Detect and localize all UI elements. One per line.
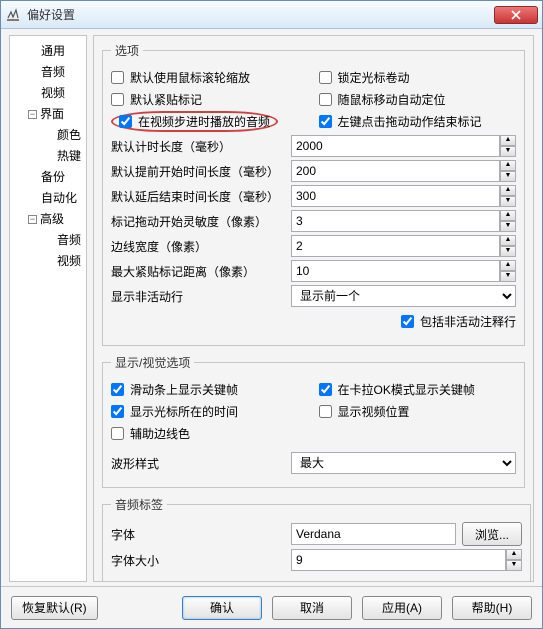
- lbl-default-lead-out-ms: 默认延后结束时间长度（毫秒）: [111, 188, 291, 205]
- lbl-waveform-style: 波形样式: [111, 455, 291, 472]
- input-default-lead-in-ms[interactable]: [291, 160, 500, 182]
- restore-defaults-button[interactable]: 恢复默认(R): [11, 596, 98, 620]
- chk-show-cursor-time[interactable]: [111, 405, 124, 418]
- spinner[interactable]: ▲▼: [500, 260, 516, 282]
- lbl-mouse-wheel-zoom: 默认使用鼠标滚轮缩放: [130, 69, 250, 86]
- expander-icon[interactable]: −: [28, 110, 37, 119]
- spinner[interactable]: ▲▼: [500, 135, 516, 157]
- display-group: 显示/视觉选项 滑动条上显示关键帧 在卡拉OK模式显示关键帧 显示光标所在的时间…: [102, 354, 525, 488]
- lbl-left-click-drag-end-mark: 左键点击拖动动作结束标记: [338, 113, 482, 130]
- lbl-lock-cursor-scroll: 锁定光标卷动: [338, 69, 410, 86]
- titlebar[interactable]: 偏好设置: [1, 1, 542, 29]
- chk-lock-cursor-scroll[interactable]: [319, 71, 332, 84]
- body: 通用 音频 视频 −界面 颜色 热键 备份 自动化 −高级 音频 视频 选项 默…: [1, 29, 542, 586]
- help-button[interactable]: 帮助(H): [452, 596, 532, 620]
- input-font-size[interactable]: [291, 549, 506, 571]
- ok-button[interactable]: 确认: [182, 596, 262, 620]
- window-title: 偏好设置: [27, 6, 494, 23]
- tree-item-color[interactable]: 颜色: [12, 124, 84, 145]
- lbl-font-size: 字体大小: [111, 552, 291, 569]
- tree-item-hotkey[interactable]: 热键: [12, 145, 84, 166]
- tree-item-interface[interactable]: −界面: [12, 103, 84, 124]
- category-tree[interactable]: 通用 音频 视频 −界面 颜色 热键 备份 自动化 −高级 音频 视频: [9, 35, 87, 582]
- lbl-include-inactive-comment: 包括非活动注释行: [420, 313, 516, 330]
- close-icon: [511, 10, 521, 20]
- input-max-snap-distance[interactable]: [291, 260, 500, 282]
- lbl-drag-start-sensitivity: 标记拖动开始灵敏度（像素）: [111, 213, 291, 230]
- spinner[interactable]: ▲▼: [500, 210, 516, 232]
- chk-aux-guide-color[interactable]: [111, 427, 124, 440]
- expander-icon[interactable]: −: [28, 215, 37, 224]
- input-drag-start-sensitivity[interactable]: [291, 210, 500, 232]
- lbl-default-lead-in-ms: 默认提前开始时间长度（毫秒）: [111, 163, 291, 180]
- audiotag-group: 音频标签 字体 浏览... 字体大小 ▲▼: [102, 496, 531, 582]
- lbl-play-audio-on-step: 在视频步进时播放的音频: [138, 113, 270, 130]
- select-show-inactive-lines[interactable]: 显示前一个: [291, 285, 516, 307]
- footer: 恢复默认(R) 确认 取消 应用(A) 帮助(H): [1, 586, 542, 628]
- options-legend: 选项: [111, 42, 143, 59]
- options-group: 选项 默认使用鼠标滚轮缩放 锁定光标卷动 默认紧贴标记 随鼠标移动自动定位 在视…: [102, 42, 525, 346]
- lbl-edge-width: 边线宽度（像素）: [111, 238, 291, 255]
- highlight-ellipse: 在视频步进时播放的音频: [111, 111, 278, 132]
- chk-include-inactive-comment[interactable]: [401, 315, 414, 328]
- display-legend: 显示/视觉选项: [111, 354, 194, 371]
- cancel-button[interactable]: 取消: [272, 596, 352, 620]
- chk-mouse-move-auto-locate[interactable]: [319, 93, 332, 106]
- browse-button[interactable]: 浏览...: [462, 522, 522, 546]
- lbl-max-snap-distance: 最大紧贴标记距离（像素）: [111, 263, 291, 280]
- spinner[interactable]: ▲▼: [500, 235, 516, 257]
- chk-show-keyframes-slider[interactable]: [111, 383, 124, 396]
- lbl-default-timer-ms: 默认计时长度（毫秒）: [111, 138, 291, 155]
- tree-item-video[interactable]: 视频: [12, 82, 84, 103]
- input-edge-width[interactable]: [291, 235, 500, 257]
- tree-item-audio[interactable]: 音频: [12, 61, 84, 82]
- lbl-font: 字体: [111, 526, 291, 543]
- close-button[interactable]: [494, 6, 538, 24]
- chk-left-click-drag-end-mark[interactable]: [319, 115, 332, 128]
- tree-item-adv-audio[interactable]: 音频: [12, 229, 84, 250]
- content-panel: 选项 默认使用鼠标滚轮缩放 锁定光标卷动 默认紧贴标记 随鼠标移动自动定位 在视…: [93, 35, 534, 582]
- chk-mouse-wheel-zoom[interactable]: [111, 71, 124, 84]
- lbl-mouse-move-auto-locate: 随鼠标移动自动定位: [338, 91, 446, 108]
- input-default-lead-out-ms[interactable]: [291, 185, 500, 207]
- chk-karaoke-keyframes[interactable]: [319, 383, 332, 396]
- audiotag-legend: 音频标签: [111, 496, 167, 513]
- input-default-timer-ms[interactable]: [291, 135, 500, 157]
- spinner[interactable]: ▲▼: [506, 549, 522, 571]
- lbl-default-snap-marker: 默认紧贴标记: [130, 91, 202, 108]
- input-font[interactable]: [291, 523, 456, 545]
- tree-item-automation[interactable]: 自动化: [12, 187, 84, 208]
- tree-item-backup[interactable]: 备份: [12, 166, 84, 187]
- chk-show-video-position[interactable]: [319, 405, 332, 418]
- app-icon: [5, 7, 21, 23]
- chk-default-snap-marker[interactable]: [111, 93, 124, 106]
- spinner[interactable]: ▲▼: [500, 185, 516, 207]
- tree-item-adv-video[interactable]: 视频: [12, 250, 84, 271]
- select-waveform-style[interactable]: 最大: [291, 452, 516, 474]
- lbl-show-inactive-lines: 显示非活动行: [111, 288, 291, 305]
- spinner[interactable]: ▲▼: [500, 160, 516, 182]
- tree-item-advanced[interactable]: −高级: [12, 208, 84, 229]
- preferences-window: 偏好设置 通用 音频 视频 −界面 颜色 热键 备份 自动化 −高级 音频 视频…: [0, 0, 543, 629]
- chk-play-audio-on-step[interactable]: [119, 115, 132, 128]
- apply-button[interactable]: 应用(A): [362, 596, 442, 620]
- tree-item-general[interactable]: 通用: [12, 40, 84, 61]
